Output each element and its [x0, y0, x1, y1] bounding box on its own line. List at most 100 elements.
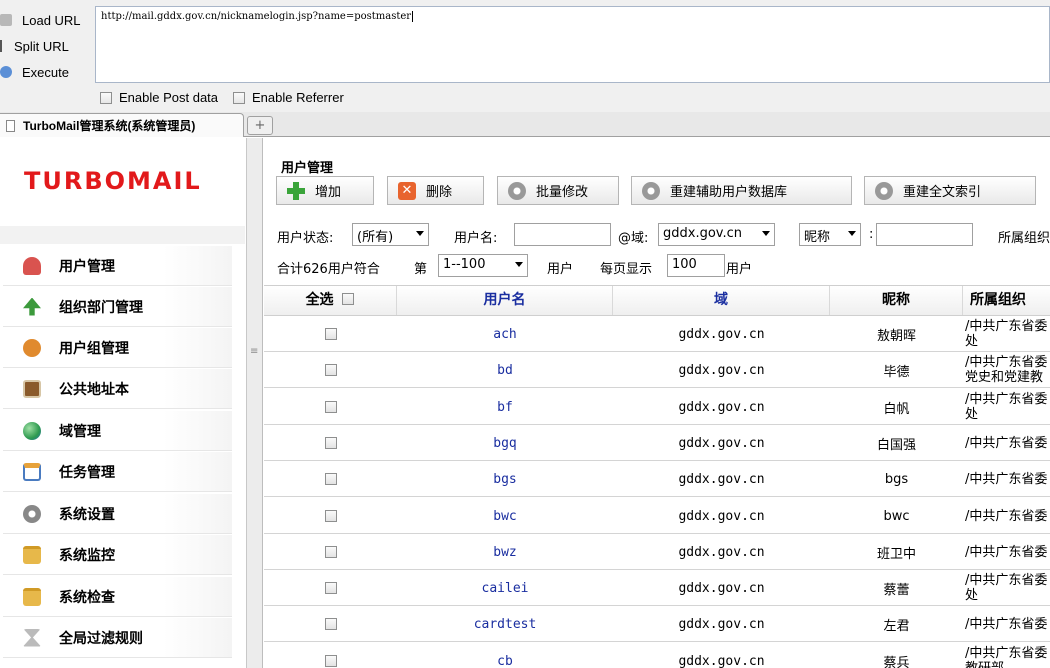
username-link[interactable]: cailei	[397, 570, 613, 606]
batch-edit-button[interactable]: 批量修改	[497, 176, 619, 205]
domain-cell: gddx.gov.cn	[678, 508, 765, 524]
row-checkbox[interactable]	[324, 546, 337, 558]
org-cell: /中共广东省委	[965, 544, 1048, 560]
enable-post-data-checkbox[interactable]	[100, 91, 112, 104]
sidebar-item-address-book[interactable]: 公共地址本	[3, 369, 232, 409]
sidebar-item-org-management[interactable]: 组织部门管理	[3, 287, 232, 327]
username-link[interactable]: bf	[397, 389, 613, 425]
username-link[interactable]: bgq	[397, 425, 613, 461]
enable-post-data-option[interactable]: Enable Post data	[100, 90, 218, 105]
add-user-button[interactable]: 增加	[276, 176, 374, 205]
org-cell: /中共广东省委 处	[965, 573, 1048, 603]
gear-icon	[23, 504, 41, 523]
row-checkbox[interactable]	[324, 582, 337, 594]
chevron-down-icon	[762, 231, 770, 236]
enable-post-data-label: Enable Post data	[119, 90, 219, 105]
new-tab-button[interactable]: +	[247, 116, 273, 135]
execute-icon	[0, 66, 12, 78]
user-table-body: ach gddx.gov.cn 敖朝晖/中共广东省委 处 bd gddx.gov.cn 毕…	[264, 316, 1050, 668]
username-link[interactable]: bd	[397, 352, 613, 388]
nickname-column-header: 昵称	[830, 286, 963, 315]
nickname-cell: 毕德	[883, 364, 910, 380]
delete-user-button[interactable]: ✕ 删除	[387, 176, 484, 205]
search-field-select[interactable]: 昵称	[799, 223, 861, 246]
nickname-cell: 左君	[883, 618, 910, 634]
page-range-select[interactable]: 1--100	[438, 254, 528, 277]
domain-select[interactable]: gddx.gov.cn	[658, 223, 775, 246]
delete-x-icon: ✕	[398, 181, 416, 200]
sidebar-item-system-settings[interactable]: 系统设置	[3, 494, 232, 534]
row-checkbox[interactable]	[324, 328, 337, 340]
sidebar-item-task-management[interactable]: 任务管理	[3, 452, 232, 492]
table-row: cb gddx.gov.cn 蔡兵/中共广东省委 教研部	[264, 643, 1050, 668]
per-page-label: 每页显示	[600, 262, 653, 277]
row-checkbox[interactable]	[324, 473, 337, 485]
username-link[interactable]: bwz	[397, 534, 613, 570]
domain-column-header[interactable]: 域	[613, 286, 830, 315]
per-page-input[interactable]: 100	[667, 254, 725, 277]
domain-cell: gddx.gov.cn	[678, 544, 765, 560]
add-button-label: 增加	[315, 185, 342, 200]
row-select-cell	[264, 498, 397, 534]
rebuild-aux-db-button[interactable]: 重建辅助用户数据库	[631, 176, 852, 205]
nickname-input[interactable]	[876, 223, 973, 246]
sidebar-item-label: 系统检查	[59, 589, 115, 606]
sidebar-item-group-management[interactable]: 用户组管理	[3, 328, 232, 368]
nickname-cell: 白国强	[876, 437, 916, 453]
split-url-icon	[0, 40, 4, 52]
select-all-checkbox[interactable]	[342, 293, 355, 305]
per-page-suffix: 用户	[726, 262, 753, 277]
split-url-button[interactable]: Split URL	[0, 35, 69, 57]
browser-tab[interactable]: TurboMail管理系统(系统管理员)	[0, 113, 244, 137]
user-status-select[interactable]: (所有)	[352, 223, 429, 246]
row-checkbox[interactable]	[324, 510, 337, 522]
total-count-text: 合计626用户符合	[277, 262, 380, 277]
row-checkbox[interactable]	[324, 618, 337, 630]
org-cell: /中共广东省委 处	[965, 319, 1048, 349]
domain-cell: gddx.gov.cn	[678, 435, 765, 451]
load-url-button[interactable]: Load URL	[0, 9, 81, 31]
enable-referrer-option[interactable]: Enable Referrer	[233, 90, 344, 105]
org-cell: /中共广东省委 教研部	[965, 646, 1048, 668]
username-input[interactable]	[514, 223, 611, 246]
row-select-cell	[264, 316, 397, 352]
sidebar-item-system-monitor[interactable]: 系统监控	[3, 535, 232, 575]
sidebar-item-system-check[interactable]: 系统检查	[3, 577, 232, 617]
username-link[interactable]: cardtest	[397, 606, 613, 642]
nickname-cell: bwc	[883, 508, 910, 524]
batch-edit-label: 批量修改	[536, 185, 589, 200]
org-cell: /中共广东省委	[965, 435, 1048, 451]
hackbar-panel: Load URL Split URL Execute http://mail.g…	[0, 0, 1050, 112]
rebuild-index-button[interactable]: 重建全文索引	[864, 176, 1036, 205]
select-all-header[interactable]: 全选	[264, 286, 397, 315]
row-checkbox[interactable]	[324, 364, 337, 376]
row-checkbox[interactable]	[324, 401, 337, 413]
username-link[interactable]: bwc	[397, 498, 613, 534]
domain-cell: gddx.gov.cn	[678, 580, 765, 596]
sidebar-item-global-filter[interactable]: 全局过滤规则	[3, 618, 232, 658]
org-tree-icon	[23, 297, 41, 316]
username-link[interactable]: ach	[397, 316, 613, 352]
username-column-header[interactable]: 用户名	[397, 286, 613, 315]
nickname-cell: 敖朝晖	[876, 328, 916, 344]
nickname-cell: 蔡蕾	[883, 582, 910, 598]
page-range-value: 1--100	[443, 257, 486, 272]
row-select-cell	[264, 389, 397, 425]
row-select-cell	[264, 570, 397, 606]
row-checkbox[interactable]	[324, 655, 337, 667]
sidebar-splitter[interactable]: ≡	[247, 138, 263, 668]
sidebar-item-domain-management[interactable]: 域管理	[3, 411, 232, 451]
table-header: 全选 用户名 域 昵称 所属组织	[264, 285, 1050, 316]
folder-check-icon	[23, 587, 41, 606]
execute-button[interactable]: Execute	[0, 61, 69, 83]
page-title: 用户管理	[281, 161, 334, 176]
username-link[interactable]: bgs	[397, 461, 613, 497]
browser-tab-strip: TurboMail管理系统(系统管理员) +	[0, 112, 1050, 137]
url-textarea[interactable]: http://mail.gddx.gov.cn/nicknamelogin.js…	[95, 6, 1050, 83]
row-checkbox[interactable]	[324, 437, 337, 449]
sidebar-item-user-management[interactable]: 用户管理	[3, 246, 232, 286]
chevron-down-icon	[515, 262, 523, 267]
colon-label: :	[869, 227, 874, 242]
enable-referrer-checkbox[interactable]	[233, 91, 245, 104]
username-link[interactable]: cb	[397, 643, 613, 668]
